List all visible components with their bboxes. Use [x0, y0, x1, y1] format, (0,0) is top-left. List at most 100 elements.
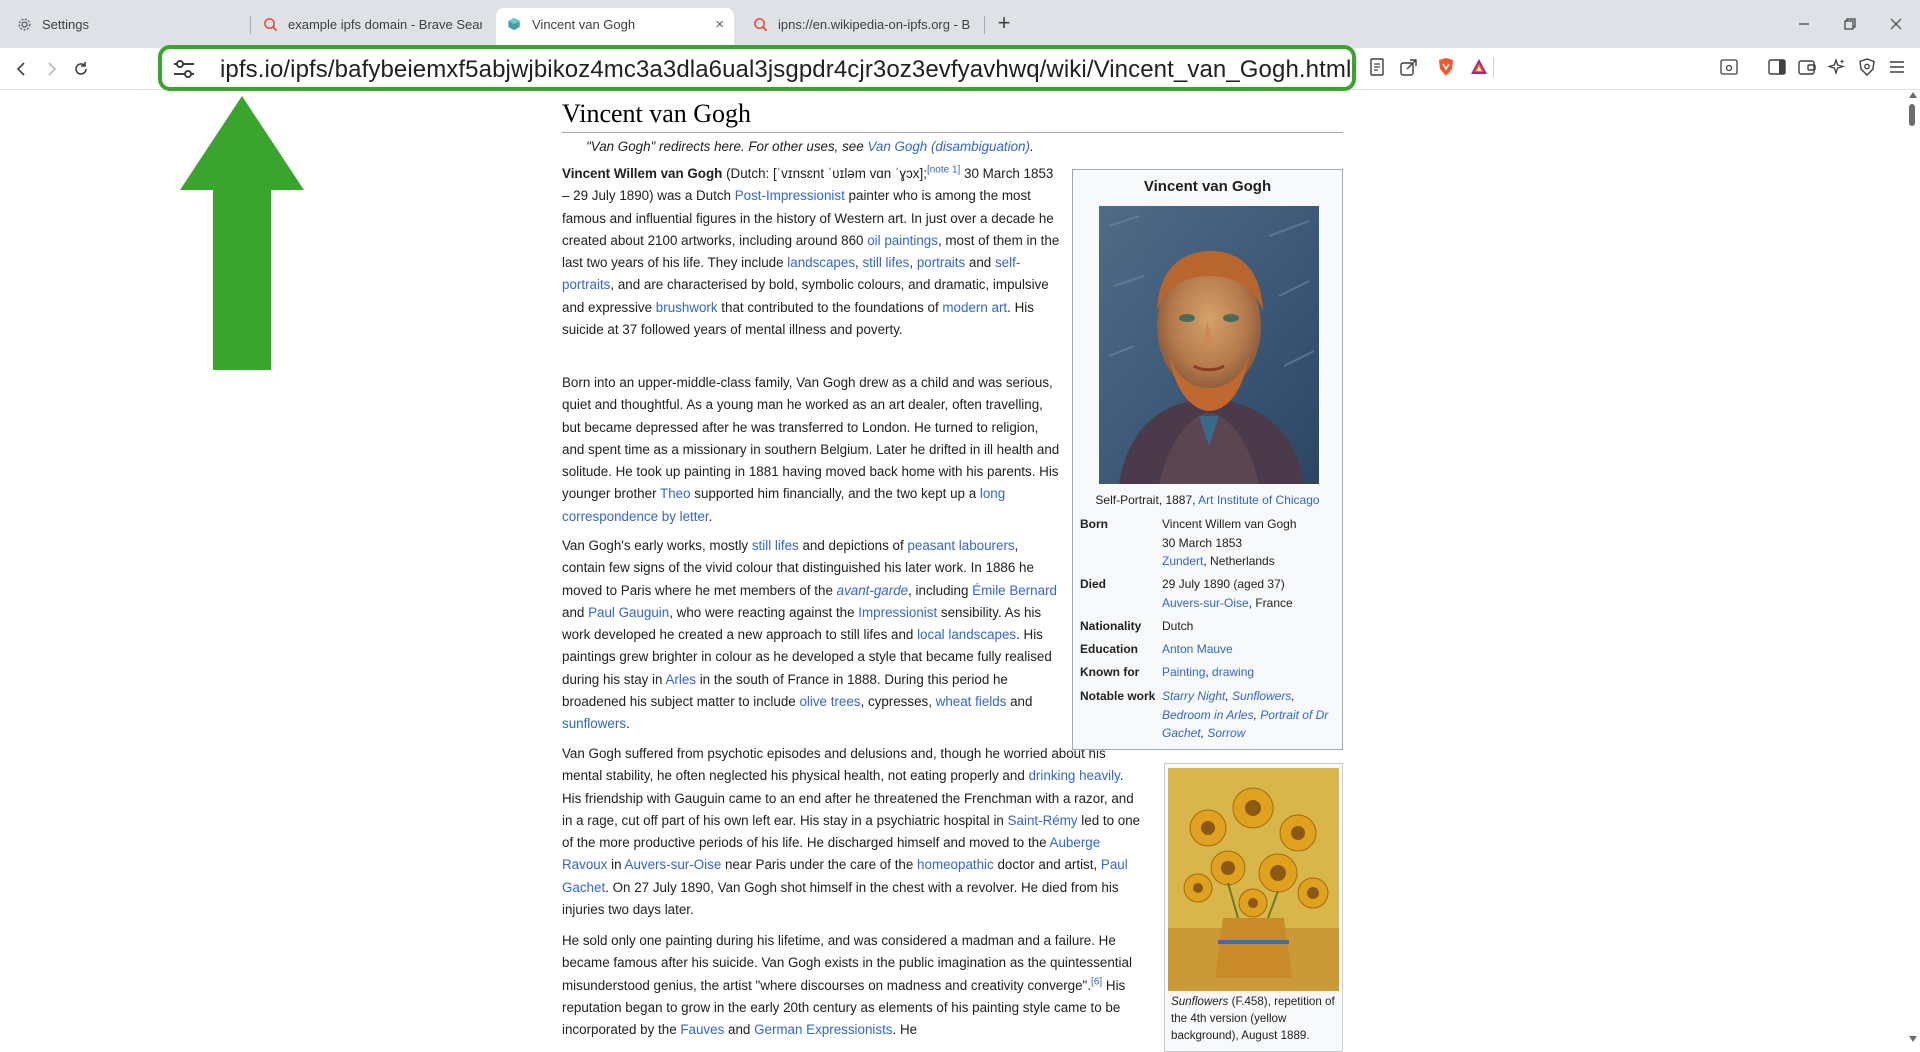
text: (Dutch: [ˈvɪnsɛnt ˈʋɪləm vɑn ˈɣɔx];: [722, 166, 927, 181]
infobox: Vincent van Gogh Self-Portrait, 1887, Ar…: [1072, 169, 1343, 750]
label-education: Education: [1080, 642, 1139, 656]
ipfs-cube-icon: [506, 16, 522, 32]
restore-button[interactable]: [1836, 10, 1864, 38]
link-portraits[interactable]: portraits: [917, 255, 965, 270]
link-saint-remy[interactable]: Saint-Rémy: [1008, 813, 1078, 828]
infobox-title: Vincent van Gogh: [1143, 178, 1272, 195]
link-emile-bernard[interactable]: Émile Bernard: [972, 583, 1057, 598]
scroll-up-icon[interactable]: [1909, 92, 1917, 98]
text: and: [965, 255, 995, 271]
tab-vincent-van-gogh[interactable]: Vincent van Gogh ×: [496, 8, 734, 48]
link-drawing[interactable]: drawing: [1212, 665, 1254, 679]
link-paul-gauguin[interactable]: Paul Gauguin: [588, 605, 669, 620]
link-landscapes[interactable]: landscapes: [787, 255, 855, 270]
paragraph-mental-health: Van Gogh suffered from psychotic episode…: [562, 743, 1142, 921]
reader-mode-icon[interactable]: [1366, 56, 1388, 78]
hatnote-text: "Van Gogh" redirects here. For other use…: [586, 139, 868, 154]
disambiguation-link[interactable]: Van Gogh (disambiguation): [867, 139, 1030, 154]
share-icon[interactable]: [1398, 56, 1420, 78]
close-tab-icon[interactable]: ×: [715, 16, 724, 33]
tab-label: ipns://en.wikipedia-on-ipfs.org - Brave: [778, 16, 970, 32]
sunflowers-image[interactable]: [1168, 768, 1339, 991]
page-title: Vincent van Gogh: [562, 98, 1343, 133]
link-local-landscapes[interactable]: local landscapes: [917, 627, 1016, 642]
sunflowers-figure: Sunflowers (F.458), repetition of the 4t…: [1164, 763, 1343, 1052]
tab-strip: Settings example ipfs domain - Brave Sea…: [0, 0, 1920, 48]
value-nationality: Dutch: [1162, 619, 1194, 633]
link-oil-paintings[interactable]: oil paintings: [867, 233, 938, 248]
url-text[interactable]: ipfs.io/ipfs/bafybeiemxf5abjwjbikoz4mc3a…: [220, 56, 1351, 84]
sidebar-icon[interactable]: [1766, 56, 1788, 78]
link-sorrow[interactable]: Sorrow: [1207, 726, 1245, 740]
link-still-lifes[interactable]: still lifes: [862, 255, 909, 270]
link-painting[interactable]: Painting: [1162, 665, 1205, 679]
minimize-button[interactable]: [1790, 10, 1818, 38]
label-died: Died: [1080, 577, 1107, 591]
link-sunflowers[interactable]: sunflowers: [562, 716, 626, 731]
back-button[interactable]: [9, 56, 35, 82]
text: and: [1006, 694, 1033, 710]
link-auvers-sur-oise[interactable]: Auvers-sur-Oise: [625, 857, 722, 872]
forward-button[interactable]: [38, 56, 64, 82]
text: . On 27 July 1890, Van Gogh shot himself…: [562, 879, 1119, 918]
link-auvers-sur-oise[interactable]: Auvers-sur-Oise: [1162, 596, 1249, 610]
link-bedroom-in-arles[interactable]: Bedroom in Arles: [1162, 708, 1254, 722]
link-zundert[interactable]: Zundert: [1162, 554, 1203, 568]
scrollbar-thumb[interactable]: [1909, 104, 1915, 126]
leo-ai-icon[interactable]: [1826, 56, 1848, 78]
scroll-down-icon[interactable]: [1909, 1036, 1917, 1042]
link-avant-garde[interactable]: avant-garde: [837, 583, 908, 598]
label-notable-work: Notable work: [1080, 689, 1156, 703]
up-arrow-annotation: [180, 96, 304, 370]
new-tab-button[interactable]: +: [992, 12, 1016, 36]
link-brushwork[interactable]: brushwork: [656, 300, 718, 315]
tab-label: example ipfs domain - Brave Search: [288, 16, 482, 32]
label-born: Born: [1080, 517, 1108, 531]
reload-button[interactable]: [68, 56, 94, 82]
link-starry-night[interactable]: Starry Night: [1162, 689, 1225, 703]
menu-icon[interactable]: [1886, 56, 1908, 78]
link-theo[interactable]: Theo: [660, 486, 691, 501]
reference-link[interactable]: [6]: [1091, 976, 1102, 987]
link-arles[interactable]: Arles: [665, 672, 696, 687]
link-german-expressionists[interactable]: German Expressionists: [754, 1022, 892, 1037]
text: .: [626, 716, 630, 732]
paragraph-intro: Vincent Willem van Gogh (Dutch: [ˈvɪnsɛn…: [562, 163, 1062, 341]
link-impressionist[interactable]: Impressionist: [858, 605, 937, 620]
link-peasant-labourers[interactable]: peasant labourers: [907, 538, 1014, 553]
close-window-button[interactable]: [1882, 10, 1910, 38]
tab-brave-search[interactable]: example ipfs domain - Brave Search: [252, 8, 492, 40]
tab-settings[interactable]: Settings: [6, 8, 246, 40]
value-died: 29 July 1890 (aged 37) Auvers-sur-Oise, …: [1162, 575, 1340, 612]
text: , who were reacting against the: [669, 604, 859, 620]
site-settings-icon[interactable]: [172, 58, 196, 80]
link-anton-mauve[interactable]: Anton Mauve: [1162, 642, 1233, 656]
born-country: , Netherlands: [1203, 554, 1275, 568]
text: and: [724, 1022, 755, 1038]
text: ,: [909, 255, 917, 271]
value-education: Anton Mauve: [1162, 640, 1340, 659]
link-sunflowers[interactable]: Sunflowers: [1232, 689, 1291, 703]
note-link[interactable]: [note 1]: [927, 165, 960, 176]
link-drinking-heavily[interactable]: drinking heavily: [1028, 768, 1119, 783]
brave-rewards-icon[interactable]: [1468, 56, 1490, 78]
tab-ipns-wikipedia[interactable]: ipns://en.wikipedia-on-ipfs.org - Brave: [742, 8, 980, 40]
text: , including: [908, 582, 973, 598]
link-homeopathic[interactable]: homeopathic: [917, 857, 994, 872]
link-modern-art[interactable]: modern art: [942, 300, 1007, 315]
text: Van Gogh's early works, mostly: [562, 538, 752, 553]
tab-separator: [250, 16, 251, 34]
link-olive-trees[interactable]: olive trees: [799, 694, 860, 709]
vpn-shield-icon[interactable]: [1856, 56, 1878, 78]
link-still-lifes[interactable]: still lifes: [752, 538, 799, 553]
link-art-institute[interactable]: Art Institute of Chicago: [1198, 493, 1319, 507]
brave-shields-icon[interactable]: [1435, 56, 1457, 78]
tab-search-icon[interactable]: [1718, 56, 1740, 78]
link-fauves[interactable]: Fauves: [680, 1022, 724, 1037]
link-post-impressionist[interactable]: Post-Impressionist: [735, 188, 845, 203]
self-portrait-image[interactable]: [1099, 206, 1319, 484]
address-bar[interactable]: ipfs.io/ipfs/bafybeiemxf5abjwjbikoz4mc3a…: [158, 45, 1356, 91]
page-scrollbar[interactable]: [1906, 90, 1920, 1046]
link-wheat-fields[interactable]: wheat fields: [936, 694, 1007, 709]
wallet-icon[interactable]: [1796, 56, 1818, 78]
